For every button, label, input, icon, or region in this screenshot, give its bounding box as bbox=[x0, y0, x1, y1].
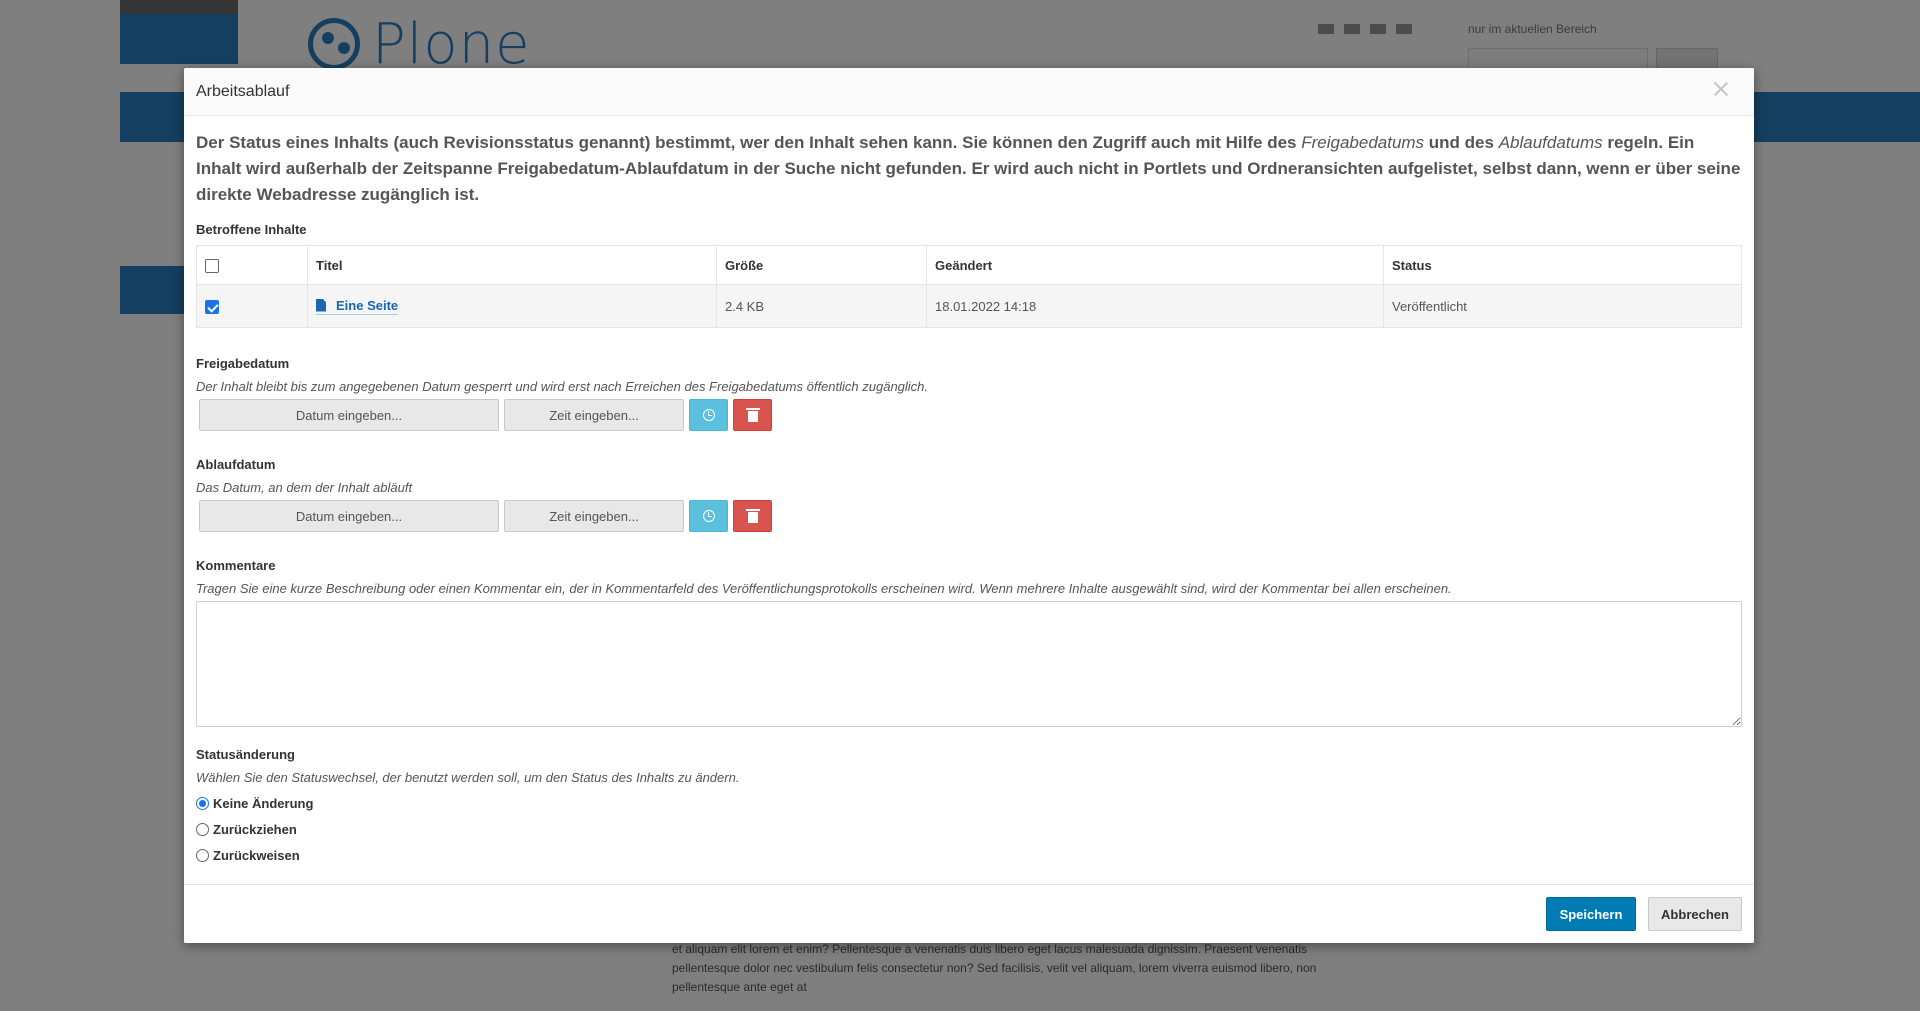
transition-option-reject[interactable]: Zurückweisen bbox=[196, 842, 1742, 868]
row-modified-cell: 18.01.2022 14:18 bbox=[926, 284, 1384, 328]
clock-icon bbox=[702, 510, 715, 522]
effective-date-row: Datum eingeben... Zeit eingeben... bbox=[196, 399, 1742, 431]
affected-items-table: Titel Größe Geändert Status Eine Seite 2 bbox=[196, 245, 1742, 328]
transition-option-label: Zurückziehen bbox=[213, 821, 297, 837]
effective-now-button[interactable] bbox=[689, 399, 728, 431]
expiration-date-help: Das Datum, an dem der Inhalt abläuft bbox=[196, 480, 413, 495]
intro-text: Der Status eines Inhalts (auch Revisions… bbox=[196, 130, 1742, 208]
expiration-time-input[interactable]: Zeit eingeben... bbox=[504, 500, 684, 532]
radio-button[interactable] bbox=[196, 822, 209, 836]
column-header-size[interactable]: Größe bbox=[716, 245, 927, 285]
clock-icon bbox=[702, 409, 715, 421]
row-status-cell: Veröffentlicht bbox=[1383, 284, 1742, 328]
trash-icon bbox=[745, 407, 760, 422]
expiration-now-button[interactable] bbox=[689, 500, 728, 532]
row-checkbox[interactable] bbox=[205, 299, 219, 314]
comments-label: Kommentare bbox=[196, 558, 276, 573]
intro-emphasis-effective: Freigabedatums bbox=[1301, 133, 1425, 152]
transition-option-no-change[interactable]: Keine Änderung bbox=[196, 790, 1742, 816]
effective-date-input[interactable]: Datum eingeben... bbox=[199, 399, 499, 431]
radio-button[interactable] bbox=[196, 848, 209, 862]
comments-textarea[interactable] bbox=[196, 601, 1742, 727]
save-button[interactable]: Speichern bbox=[1546, 897, 1636, 931]
intro-text-part: Der Status eines Inhalts (auch Revisions… bbox=[196, 133, 1302, 152]
transition-option-retract[interactable]: Zurückziehen bbox=[196, 816, 1742, 842]
modal-title: Arbeitsablauf bbox=[196, 82, 290, 100]
expiration-date-input[interactable]: Datum eingeben... bbox=[199, 500, 499, 532]
item-title-text: Eine Seite bbox=[336, 297, 399, 313]
expiration-clear-button[interactable] bbox=[733, 500, 772, 532]
effective-date-label: Freigabedatum bbox=[196, 356, 290, 371]
cancel-button[interactable]: Abbrechen bbox=[1648, 897, 1742, 931]
transition-option-label: Keine Änderung bbox=[213, 795, 314, 811]
select-all-checkbox[interactable] bbox=[205, 258, 219, 273]
table-header-row: Titel Größe Geändert Status bbox=[196, 245, 1742, 285]
row-size-cell: 2.4 KB bbox=[716, 284, 927, 328]
row-title-cell: Eine Seite bbox=[307, 284, 717, 328]
column-header-title[interactable]: Titel bbox=[307, 245, 717, 285]
effective-time-input[interactable]: Zeit eingeben... bbox=[504, 399, 684, 431]
item-title-link[interactable]: Eine Seite bbox=[316, 297, 399, 315]
column-header-status[interactable]: Status bbox=[1383, 245, 1742, 285]
intro-emphasis-expiration: Ablaufdatums bbox=[1498, 133, 1603, 152]
comments-help: Tragen Sie eine kurze Beschreibung oder … bbox=[196, 581, 1452, 596]
transition-option-label: Zurückweisen bbox=[213, 847, 300, 863]
effective-clear-button[interactable] bbox=[733, 399, 772, 431]
workflow-modal: Arbeitsablauf Der Status eines Inhalts (… bbox=[184, 68, 1754, 943]
modal-header: Arbeitsablauf bbox=[184, 68, 1754, 116]
affected-items-label: Betroffene Inhalte bbox=[196, 222, 307, 237]
transition-help: Wählen Sie den Statuswechsel, der benutz… bbox=[196, 770, 740, 785]
transition-label: Statusänderung bbox=[196, 747, 295, 762]
radio-button[interactable] bbox=[196, 796, 209, 810]
table-row: Eine Seite 2.4 KB 18.01.2022 14:18 Veröf… bbox=[196, 284, 1742, 328]
modal-body: Der Status eines Inhalts (auch Revisions… bbox=[184, 116, 1754, 868]
modal-footer: Speichern Abbrechen bbox=[184, 884, 1754, 943]
document-icon bbox=[316, 298, 326, 312]
effective-date-help: Der Inhalt bleibt bis zum angegebenen Da… bbox=[196, 379, 929, 394]
select-all-cell bbox=[196, 245, 308, 285]
column-header-modified[interactable]: Geändert bbox=[926, 245, 1384, 285]
close-icon[interactable] bbox=[1710, 78, 1732, 100]
trash-icon bbox=[745, 508, 760, 523]
expiration-date-row: Datum eingeben... Zeit eingeben... bbox=[196, 500, 1742, 532]
intro-text-part: und des bbox=[1424, 133, 1499, 152]
expiration-date-label: Ablaufdatum bbox=[196, 457, 276, 472]
row-select-cell bbox=[196, 284, 308, 328]
